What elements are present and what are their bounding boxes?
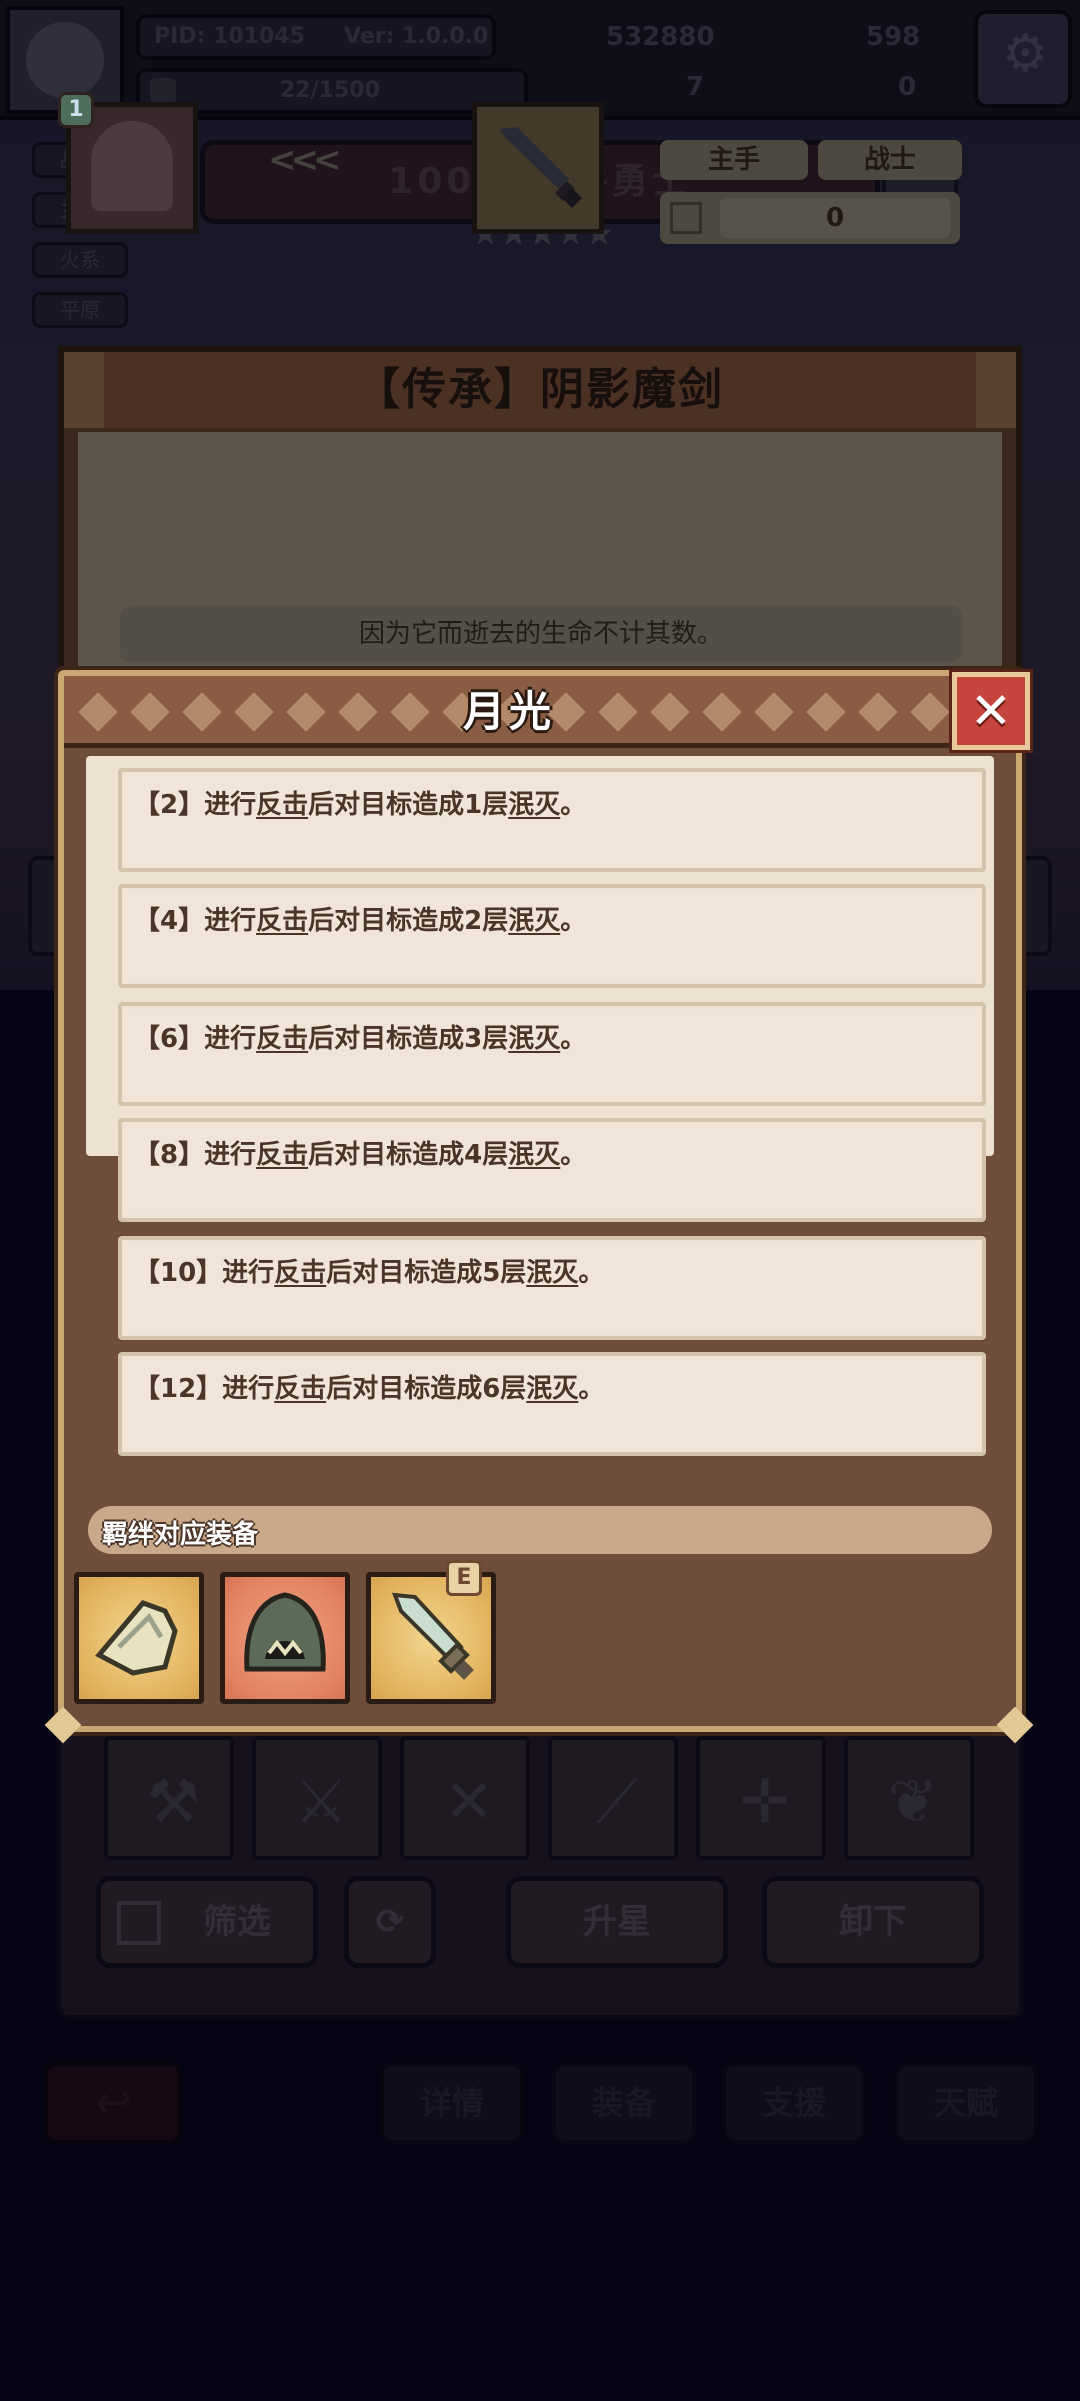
effect-text: 【12】进行反击后对目标造成6层泯灭。 xyxy=(134,1374,605,1404)
effect-row: 【10】进行反击后对目标造成5层泯灭。 xyxy=(118,1236,986,1340)
hood-icon xyxy=(225,1577,345,1699)
cloth-armor-icon xyxy=(79,1577,199,1699)
effect-text: 【8】进行反击后对目标造成4层泯灭。 xyxy=(134,1140,587,1170)
effect-text: 【2】进行反击后对目标造成1层泯灭。 xyxy=(134,790,587,820)
bond-item[interactable] xyxy=(220,1572,350,1704)
effect-row: 【4】进行反击后对目标造成2层泯灭。 xyxy=(118,884,986,988)
effect-row: 【8】进行反击后对目标造成4层泯灭。 xyxy=(118,1118,986,1222)
counterattack-keyword[interactable]: 反击 xyxy=(274,1258,326,1288)
annihilate-keyword[interactable]: 泯灭 xyxy=(526,1374,578,1404)
annihilate-keyword[interactable]: 泯灭 xyxy=(526,1258,578,1288)
annihilate-keyword[interactable]: 泯灭 xyxy=(508,790,560,820)
popup-title: 月光 xyxy=(462,687,555,736)
annihilate-keyword[interactable]: 泯灭 xyxy=(508,1140,560,1170)
effect-row: 【6】进行反击后对目标造成3层泯灭。 xyxy=(118,1002,986,1106)
counterattack-keyword[interactable]: 反击 xyxy=(274,1374,326,1404)
effect-text: 【4】进行反击后对目标造成2层泯灭。 xyxy=(134,906,587,936)
annihilate-keyword[interactable]: 泯灭 xyxy=(508,1024,560,1054)
tier-badge: E xyxy=(446,1560,482,1596)
character-level-badge: 1 xyxy=(58,92,94,128)
counterattack-keyword[interactable]: 反击 xyxy=(256,1140,308,1170)
popup-header: 月光 xyxy=(64,676,954,748)
effect-row: 【2】进行反击后对目标造成1层泯灭。 xyxy=(118,768,986,872)
effect-text: 【6】进行反击后对目标造成3层泯灭。 xyxy=(134,1024,587,1054)
close-icon[interactable] xyxy=(952,672,1030,750)
effect-row: 【12】进行反击后对目标造成6层泯灭。 xyxy=(118,1352,986,1456)
bond-item[interactable] xyxy=(74,1572,204,1704)
counterattack-keyword[interactable]: 反击 xyxy=(256,906,308,936)
bond-equipment-label: 羁绊对应装备 xyxy=(102,1520,259,1550)
counterattack-keyword[interactable]: 反击 xyxy=(256,790,308,820)
set-effect-popup: 月光 【2】进行反击后对目标造成1层泯灭。 【4】进行反击后对目标造成2层泯灭。… xyxy=(44,670,1034,1744)
effect-text: 【10】进行反击后对目标造成5层泯灭。 xyxy=(134,1258,605,1288)
annihilate-keyword[interactable]: 泯灭 xyxy=(508,906,560,936)
counterattack-keyword[interactable]: 反击 xyxy=(256,1024,308,1054)
